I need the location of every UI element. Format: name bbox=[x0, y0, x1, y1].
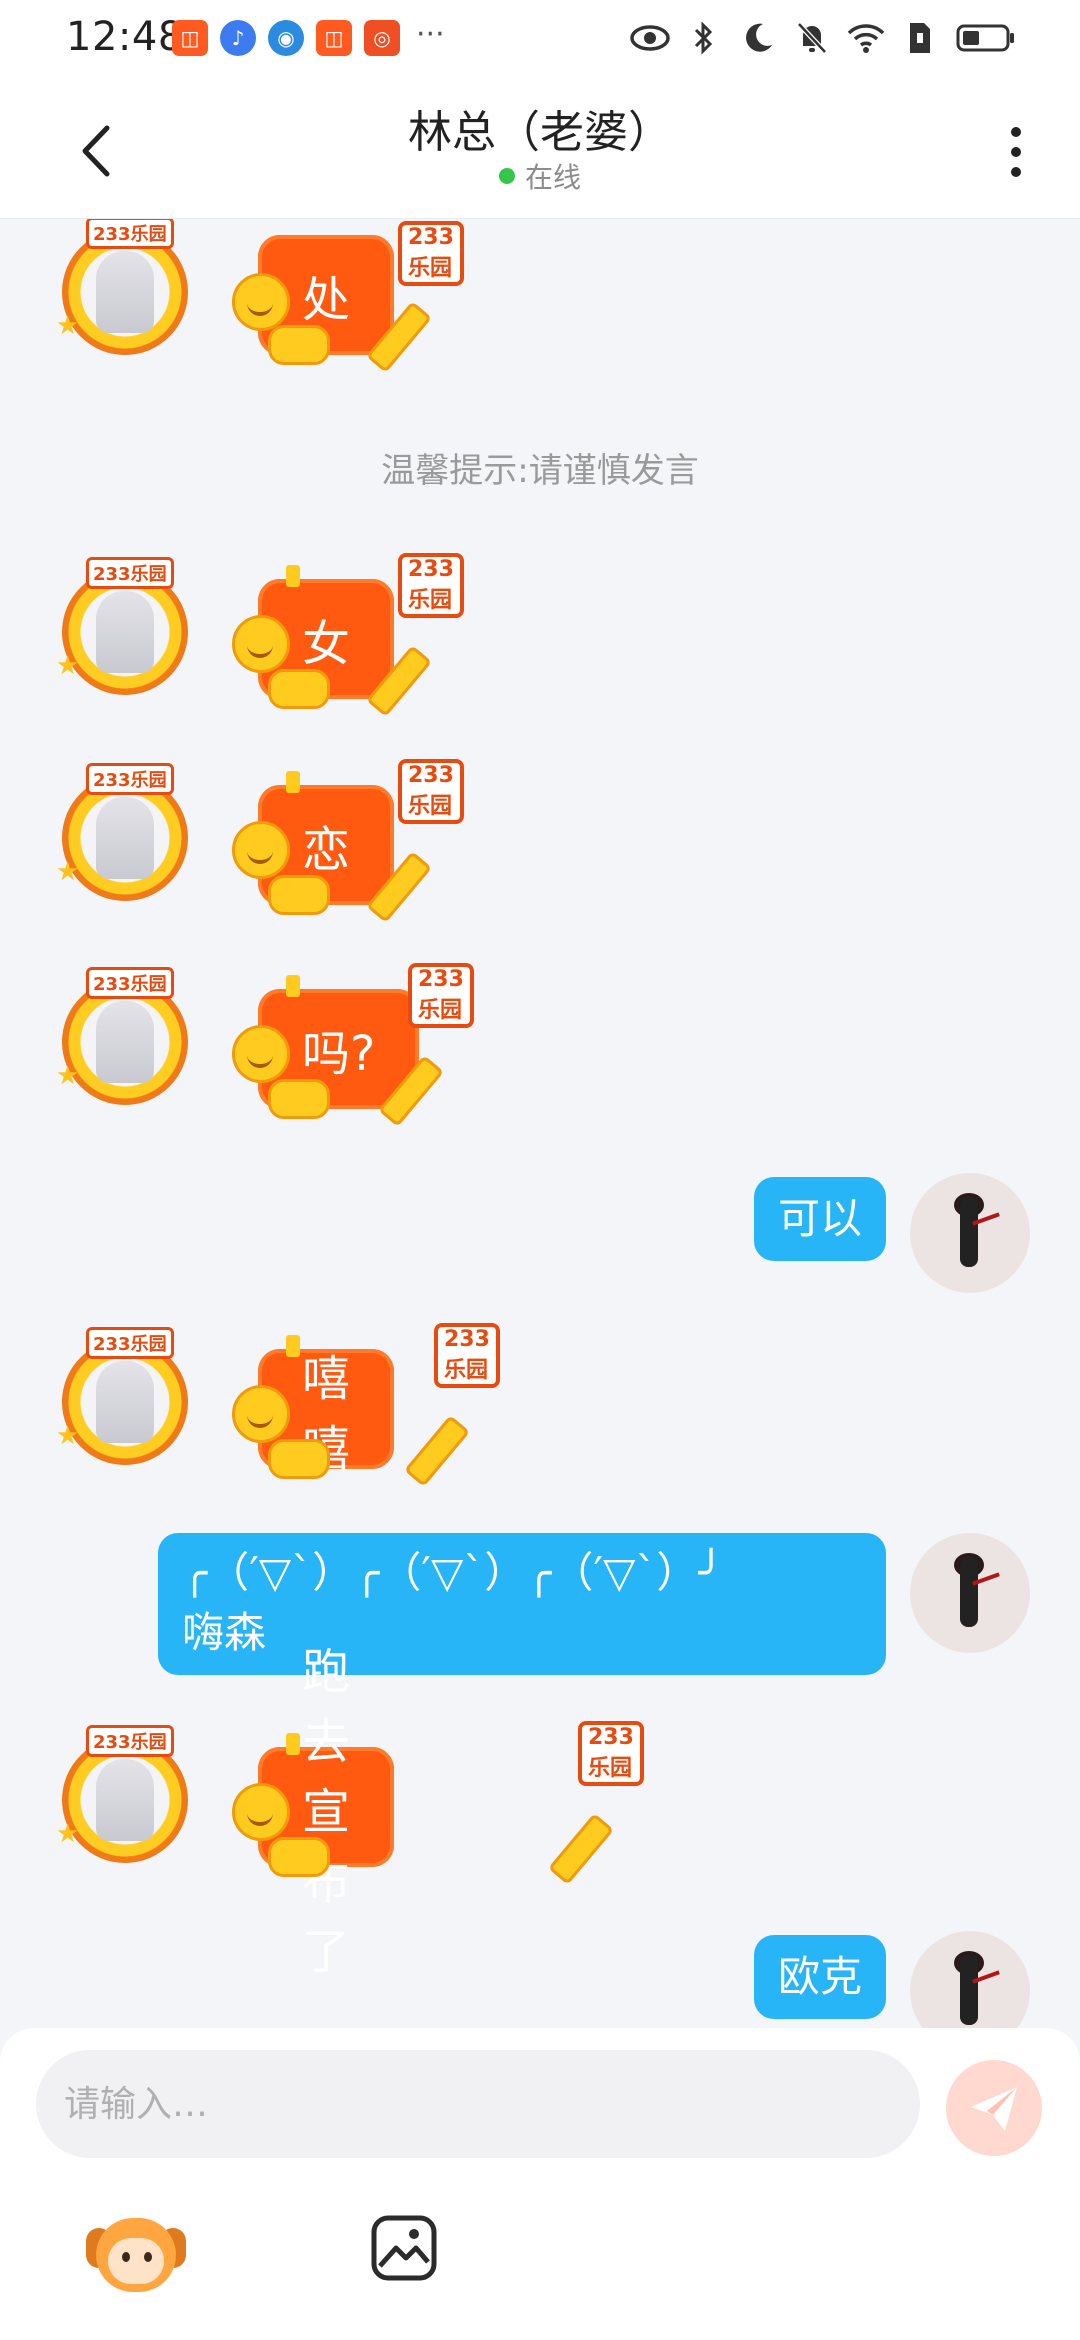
avatar-badge: 233乐园 bbox=[86, 1327, 174, 1359]
message-line: ╭（′▽`）╭（′▽`）╭（′▽`）╯ bbox=[182, 1548, 724, 1597]
status-time: 12:48 bbox=[66, 14, 184, 60]
mute-bell-icon bbox=[792, 18, 832, 58]
status-app-icons: ◫ ♪ ◉ ◫ ◎ ··· bbox=[172, 16, 445, 56]
sticker-tag: 233乐园 bbox=[578, 1721, 644, 1786]
contact-avatar[interactable]: 233乐园 ★ bbox=[56, 1327, 196, 1471]
smiley-icon bbox=[232, 821, 290, 879]
message-list[interactable]: 233乐园 ★ 处 233乐园 温馨提示:请谨慎发言 233乐园 ★ 女 233… bbox=[0, 219, 1080, 2029]
contact-avatar[interactable]: 233乐园 ★ bbox=[56, 219, 196, 361]
contact-avatar[interactable]: 233乐园 ★ bbox=[56, 557, 196, 701]
message-bubble[interactable]: ╭（′▽`）╭（′▽`）╭（′▽`）╯ 嗨森 bbox=[158, 1533, 886, 1675]
smiley-icon bbox=[232, 1385, 290, 1443]
eye-icon bbox=[630, 18, 670, 58]
avatar-badge: 233乐园 bbox=[86, 967, 174, 999]
online-status-label: 在线 bbox=[524, 161, 581, 194]
status-system-icons bbox=[630, 18, 1018, 58]
message-outgoing: ╭（′▽`）╭（′▽`）╭（′▽`）╯ 嗨森 bbox=[130, 1533, 1030, 1693]
online-status: 在线 bbox=[0, 156, 1080, 196]
emoji-sticker-button[interactable] bbox=[86, 2208, 186, 2300]
my-avatar[interactable] bbox=[910, 1173, 1030, 1293]
more-notifications-icon: ··· bbox=[416, 16, 445, 52]
sticker-tag: 233乐园 bbox=[398, 553, 464, 618]
avatar-badge: 233乐园 bbox=[86, 1725, 174, 1757]
music-icon: ♪ bbox=[220, 20, 256, 56]
smiley-icon bbox=[232, 1025, 290, 1083]
battery-icon bbox=[954, 18, 1018, 58]
contact-avatar[interactable]: 233乐园 ★ bbox=[56, 1725, 196, 1869]
sticker-tag: 233乐园 bbox=[434, 1323, 500, 1388]
sticker-tag: 233乐园 bbox=[398, 221, 464, 286]
square-app-icon: ◫ bbox=[316, 20, 352, 56]
composer bbox=[0, 2028, 1080, 2340]
dot-icon bbox=[1011, 147, 1021, 157]
chat-header: 林总（老婆） 在线 bbox=[0, 78, 1080, 219]
message-input[interactable] bbox=[36, 2050, 920, 2158]
bluetooth-icon bbox=[684, 18, 724, 58]
image-icon bbox=[371, 2215, 437, 2281]
browser-icon: ◉ bbox=[268, 20, 304, 56]
sticker-tag: 233乐园 bbox=[398, 759, 464, 824]
message-outgoing: 可以 bbox=[630, 1173, 1030, 1293]
more-options-button[interactable] bbox=[996, 112, 1036, 192]
message-bubble[interactable]: 可以 bbox=[753, 1177, 886, 1261]
image-picker-button[interactable] bbox=[370, 2214, 438, 2282]
send-button[interactable] bbox=[946, 2060, 1042, 2156]
message-line: 嗨森 bbox=[182, 1608, 267, 1657]
wifi-icon bbox=[846, 18, 886, 58]
square-app-icon: ◫ bbox=[172, 20, 208, 56]
contact-avatar[interactable]: 233乐园 ★ bbox=[56, 967, 196, 1111]
sim-icon bbox=[900, 18, 940, 58]
paper-plane-icon bbox=[971, 2087, 1017, 2131]
contact-name: 林总（老婆） bbox=[408, 107, 672, 158]
dot-icon bbox=[1011, 127, 1021, 137]
message-bubble[interactable]: 欧克 bbox=[753, 1935, 886, 2019]
contact-avatar[interactable]: 233乐园 ★ bbox=[56, 763, 196, 907]
avatar-badge: 233乐园 bbox=[86, 557, 174, 589]
avatar-badge: 233乐园 bbox=[86, 219, 174, 249]
online-dot-icon bbox=[498, 168, 515, 184]
smiley-icon bbox=[232, 1783, 290, 1841]
moon-icon bbox=[738, 18, 778, 58]
my-avatar[interactable] bbox=[910, 1533, 1030, 1653]
smiley-icon bbox=[232, 273, 290, 331]
my-avatar[interactable] bbox=[910, 1931, 1030, 2029]
status-bar: 12:48 ◫ ♪ ◉ ◫ ◎ ··· bbox=[0, 0, 1080, 78]
message-outgoing: 欧克 bbox=[630, 1931, 1030, 2029]
smiley-icon bbox=[232, 615, 290, 673]
dot-icon bbox=[1011, 167, 1021, 177]
tip-notice: 温馨提示:请谨慎发言 bbox=[381, 451, 699, 491]
instagram-icon: ◎ bbox=[364, 20, 400, 56]
avatar-badge: 233乐园 bbox=[86, 763, 174, 795]
sticker-tag: 233乐园 bbox=[408, 963, 474, 1028]
